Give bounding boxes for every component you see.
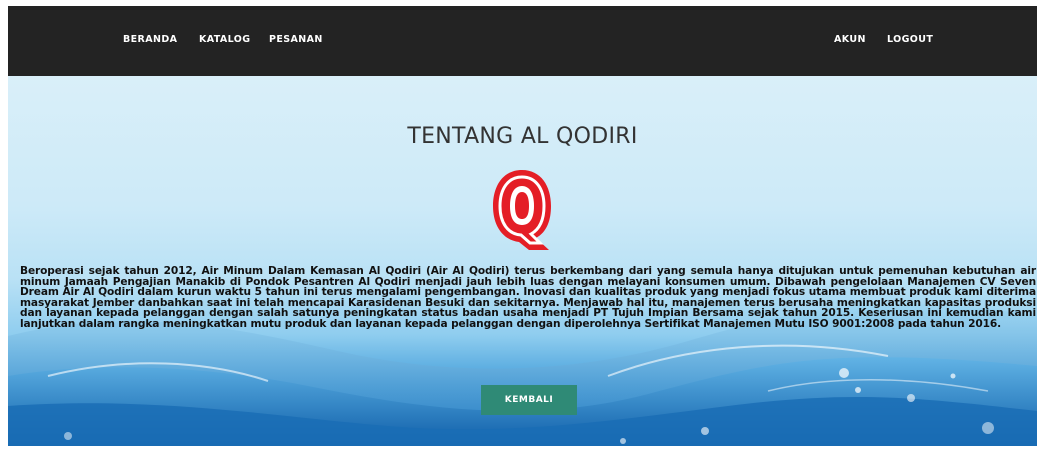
about-description: Beroperasi sejak tahun 2012, Air Minum D… bbox=[20, 265, 1036, 330]
about-section: TENTANG AL QODIRI Beroperasi sejak tahun… bbox=[8, 76, 1037, 446]
nav-katalog[interactable]: KATALOG bbox=[199, 34, 250, 45]
page-title: TENTANG AL QODIRI bbox=[407, 124, 638, 149]
nav-beranda[interactable]: BERANDA bbox=[123, 34, 177, 45]
nav-pesanan[interactable]: PESANAN bbox=[269, 34, 323, 45]
nav-akun[interactable]: AKUN bbox=[834, 34, 866, 45]
page-frame: BERANDA KATALOG PESANAN AKUN LOGOUT TENT… bbox=[8, 6, 1037, 446]
back-button[interactable]: KEMBALI bbox=[481, 385, 577, 415]
top-navbar: BERANDA KATALOG PESANAN AKUN LOGOUT bbox=[8, 6, 1037, 76]
nav-logout[interactable]: LOGOUT bbox=[887, 34, 933, 45]
al-qodiri-q-logo-icon bbox=[493, 170, 551, 250]
